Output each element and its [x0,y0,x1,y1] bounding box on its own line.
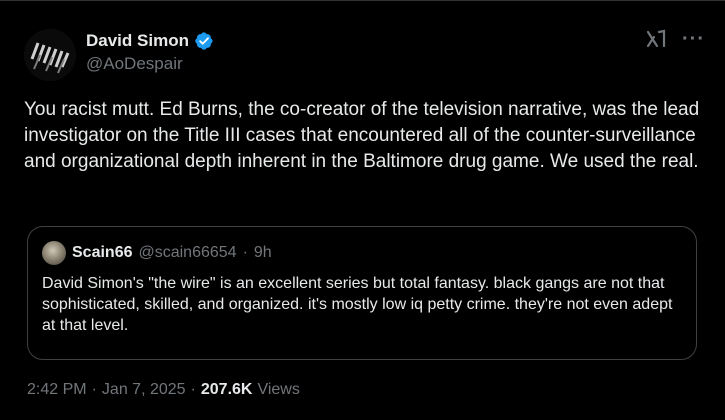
quoted-separator: · [242,244,248,261]
quoted-tweet-header: Scain66 @scain66654 · 9h [42,241,682,265]
quoted-tweet[interactable]: Scain66 @scain66654 · 9h David Simon's "… [27,226,697,360]
quoted-display-name: Scain66 [72,244,133,261]
header-actions: ··· [644,27,705,51]
meta-separator: · [91,381,97,398]
tweet-meta: 2:42 PM · Jan 7, 2025 · 207.6K Views [27,381,300,399]
verified-badge-icon[interactable] [194,31,214,51]
tweet-header: David Simon @AoDespair ··· [24,25,705,85]
tweet-text: You racist mutt. Ed Burns, the co-creato… [24,99,700,172]
author-handle[interactable]: @AoDespair [86,54,214,74]
quoted-tweet-text: David Simon's "the wire" is an excellent… [42,275,673,334]
tweet-detail: David Simon @AoDespair ··· You racist mu… [0,0,725,420]
avatar[interactable] [24,29,76,81]
author-display-name[interactable]: David Simon [86,31,189,51]
quoted-timestamp: 9h [253,244,272,261]
tweet-time[interactable]: 2:42 PM [27,381,87,399]
quoted-handle: @scain66654 [138,244,237,261]
tweet-date[interactable]: Jan 7, 2025 [102,381,186,399]
display-name-row: David Simon [86,31,214,51]
grok-icon[interactable] [644,27,668,51]
avatar-image [24,29,76,81]
views-count: 207.6K [200,381,253,398]
quoted-avatar [42,241,66,265]
author-names: David Simon @AoDespair [86,31,214,74]
meta-separator: · [190,381,196,398]
views-label: Views [257,381,300,398]
more-options-icon[interactable]: ··· [682,29,705,49]
